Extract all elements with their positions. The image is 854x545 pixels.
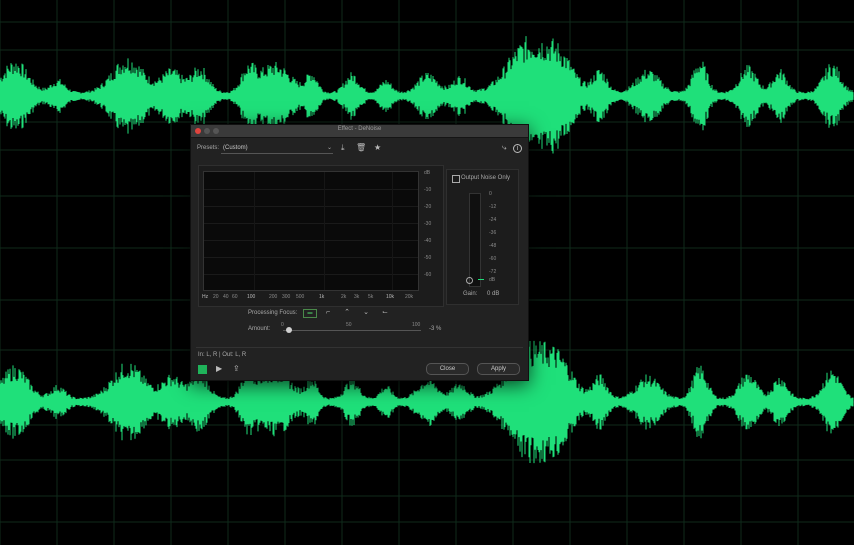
- gridline: [204, 240, 418, 241]
- meter-tick: -24: [489, 217, 497, 223]
- chevron-down-icon: ⌄: [326, 145, 332, 151]
- gridline: [204, 274, 418, 275]
- gain-meter: [469, 193, 481, 287]
- presets-label: Presets:: [197, 145, 220, 151]
- favorite-star-icon[interactable]: ★: [374, 144, 381, 152]
- gain-label: Gain:: [463, 291, 478, 297]
- loop-export-icon[interactable]: ⇪: [233, 365, 240, 373]
- delete-preset-icon[interactable]: 🗑: [356, 144, 366, 152]
- io-routing-label: In: L, R | Out: L, R: [198, 352, 247, 358]
- gridline: [204, 189, 418, 190]
- hz-label: 5k: [368, 294, 374, 300]
- hz-label: 100: [247, 294, 256, 300]
- hz-label: 2k: [341, 294, 347, 300]
- spectrum-graph[interactable]: [203, 171, 419, 291]
- meter-tick: 0: [489, 191, 492, 197]
- dialog-titlebar: Effect - DeNoise: [191, 125, 528, 138]
- amount-label: Amount:: [248, 326, 271, 332]
- hz-label: 20k: [405, 294, 414, 300]
- processing-focus-label: Processing Focus:: [248, 310, 298, 316]
- gridline: [254, 172, 255, 290]
- focus-high-frequencies-button[interactable]: ⌙: [379, 309, 391, 316]
- amount-min-label: 0: [281, 322, 284, 328]
- info-icon[interactable]: i: [513, 144, 522, 153]
- focus-mid-frequencies-button[interactable]: ⌃: [341, 309, 353, 316]
- output-noise-only-label: Output Noise Only: [461, 175, 511, 181]
- output-noise-only-checkbox[interactable]: [452, 175, 460, 183]
- denoise-effect-dialog: Effect - DeNoise Presets: (Custom) ⌄ ⤓ 🗑…: [190, 124, 529, 381]
- amount-value: -3 %: [429, 326, 442, 332]
- amount-slider-handle[interactable]: [286, 327, 292, 333]
- db-label: -20: [424, 204, 432, 210]
- meter-tick: -36: [489, 230, 497, 236]
- gridline: [392, 172, 393, 290]
- meter-tick: -72: [489, 269, 497, 275]
- meter-tick: -12: [489, 204, 497, 210]
- gridline: [204, 257, 418, 258]
- gain-meter-level: [478, 279, 484, 280]
- amount-mid-label: 50: [346, 322, 352, 328]
- db-label: dB: [424, 170, 431, 176]
- save-preset-icon[interactable]: ⤓: [341, 144, 345, 152]
- dialog-title: Effect - DeNoise: [337, 126, 382, 132]
- hz-label: 10k: [386, 294, 395, 300]
- output-panel: [446, 169, 519, 305]
- db-label: -10: [424, 187, 432, 193]
- gain-slider-knob[interactable]: [466, 277, 473, 284]
- divider: [196, 347, 523, 348]
- presets-dropdown[interactable]: (Custom) ⌄: [221, 144, 333, 154]
- db-label: -30: [424, 221, 432, 227]
- hz-label: 500: [296, 294, 305, 300]
- close-button[interactable]: Close: [426, 363, 469, 375]
- db-label: -60: [424, 272, 432, 278]
- focus-all-frequencies-button[interactable]: ═: [303, 309, 317, 318]
- db-label: -50: [424, 255, 432, 261]
- hz-label: 300: [282, 294, 291, 300]
- gridline: [204, 206, 418, 207]
- hz-label: 3k: [354, 294, 360, 300]
- hz-label: 1k: [319, 294, 325, 300]
- meter-tick: -60: [489, 256, 497, 262]
- routing-icon[interactable]: ⤷: [502, 144, 506, 152]
- amount-slider[interactable]: [283, 330, 421, 331]
- hz-label: 60: [232, 294, 238, 300]
- meter-tick: -48: [489, 243, 497, 249]
- db-label: -40: [424, 238, 432, 244]
- gridline: [204, 223, 418, 224]
- preset-value: (Custom): [223, 145, 248, 151]
- focus-low-frequencies-button[interactable]: ⌐: [322, 309, 334, 316]
- play-icon[interactable]: ▶: [216, 365, 222, 373]
- focus-notch-button[interactable]: ⌄: [360, 309, 372, 316]
- power-toggle-button[interactable]: [198, 365, 207, 374]
- meter-tick: dB: [489, 277, 496, 283]
- hz-label: 20: [213, 294, 219, 300]
- apply-button[interactable]: Apply: [477, 363, 520, 375]
- hz-label: 40: [223, 294, 229, 300]
- hz-label: Hz: [202, 294, 209, 300]
- hz-label: 200: [269, 294, 278, 300]
- gain-value: 0 dB: [487, 291, 500, 297]
- amount-max-label: 100: [412, 322, 421, 328]
- gridline: [324, 172, 325, 290]
